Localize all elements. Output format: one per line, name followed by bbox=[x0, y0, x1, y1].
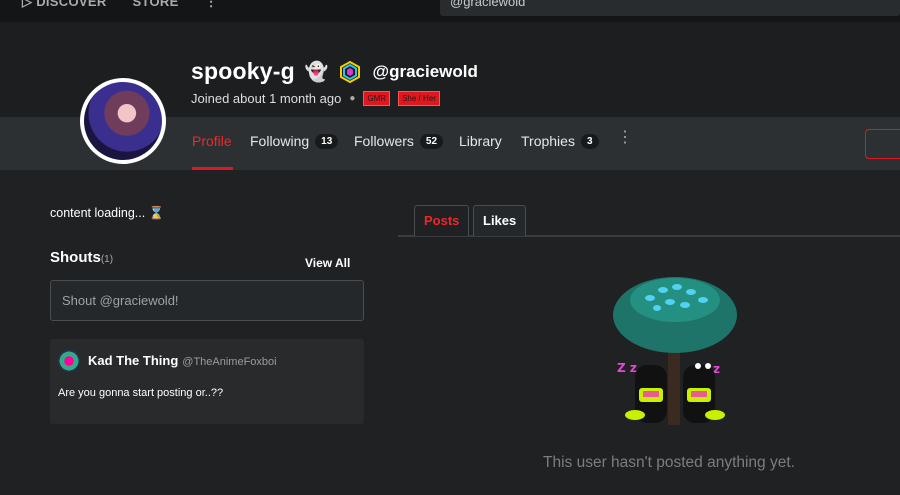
top-nav: ▷ DISCOVER STORE ⋮ bbox=[22, 0, 218, 10]
view-all-link[interactable]: View All bbox=[305, 256, 350, 270]
tab-following-label: Following bbox=[250, 133, 310, 149]
shouts-heading: Shouts(1) bbox=[50, 249, 113, 266]
followers-count-badge: 52 bbox=[419, 133, 444, 149]
avatar-image bbox=[84, 82, 162, 160]
tab-library-label: Library bbox=[459, 133, 502, 149]
tab-followers[interactable]: Followers 52 bbox=[354, 133, 444, 149]
nav-store[interactable]: STORE bbox=[133, 0, 179, 10]
search-input[interactable]: @graciewold bbox=[440, 0, 900, 16]
trophies-count-badge: 3 bbox=[580, 133, 599, 149]
profile-meta: Joined about 1 month ago ● GMR She / Her bbox=[191, 91, 440, 106]
separator-dot: ● bbox=[349, 93, 356, 104]
shout-author-handle[interactable]: @TheAnimeFoxboi bbox=[182, 356, 276, 368]
tab-trophies-label: Trophies bbox=[521, 133, 575, 149]
tab-profile[interactable]: Profile bbox=[192, 133, 232, 149]
shouts-title: Shouts bbox=[50, 249, 101, 266]
profile-handle: @graciewold bbox=[372, 61, 478, 81]
hexagon-badge-icon bbox=[339, 60, 360, 83]
avatar[interactable] bbox=[80, 78, 166, 164]
shout-author-avatar[interactable] bbox=[58, 350, 80, 372]
tab-following[interactable]: Following 13 bbox=[250, 133, 339, 149]
tab-followers-label: Followers bbox=[354, 133, 414, 149]
tag-gmr: GMR bbox=[363, 91, 391, 106]
top-navigation-bar: ▷ DISCOVER STORE ⋮ @graciewold bbox=[0, 0, 900, 22]
tab-library[interactable]: Library bbox=[459, 133, 502, 149]
following-count-badge: 13 bbox=[315, 133, 339, 149]
posts-tabs: Posts Likes bbox=[398, 204, 900, 237]
sleeping-tree-illustration: Z z z bbox=[613, 277, 737, 425]
shout-card: Kad The Thing @TheAnimeFoxboi Are you gon… bbox=[50, 339, 364, 424]
tab-likes[interactable]: Likes bbox=[473, 205, 527, 236]
shout-author: Kad The Thing @TheAnimeFoxboi bbox=[88, 353, 277, 368]
follow-button[interactable] bbox=[865, 129, 900, 159]
tag-pronouns: She / Her bbox=[398, 91, 440, 106]
tab-trophies[interactable]: Trophies 3 bbox=[521, 133, 599, 149]
active-tab-underline bbox=[192, 167, 233, 170]
nav-discover[interactable]: ▷ DISCOVER bbox=[22, 0, 107, 10]
shout-author-name[interactable]: Kad The Thing bbox=[88, 353, 178, 368]
shouts-count: (1) bbox=[100, 254, 114, 265]
shout-text: Are you gonna start posting or..?? bbox=[58, 387, 224, 399]
nav-more-icon[interactable]: ⋮ bbox=[205, 0, 218, 10]
tab-profile-label: Profile bbox=[192, 133, 232, 149]
joined-text: Joined about 1 month ago bbox=[191, 91, 342, 106]
content-loading-text: content loading... ⌛ bbox=[50, 206, 165, 220]
shout-input[interactable]: Shout @graciewold! bbox=[50, 280, 364, 321]
ghost-icon: 👻 bbox=[304, 61, 329, 83]
empty-posts-message: This user hasn't posted anything yet. bbox=[543, 454, 795, 471]
tab-posts[interactable]: Posts bbox=[414, 205, 470, 236]
more-options-icon[interactable]: ⋮ bbox=[617, 130, 633, 146]
profile-display-name: spooky-g bbox=[191, 58, 295, 84]
profile-name-line: spooky-g 👻 @graciewold bbox=[191, 58, 478, 85]
zz-left: Z z bbox=[617, 361, 637, 375]
